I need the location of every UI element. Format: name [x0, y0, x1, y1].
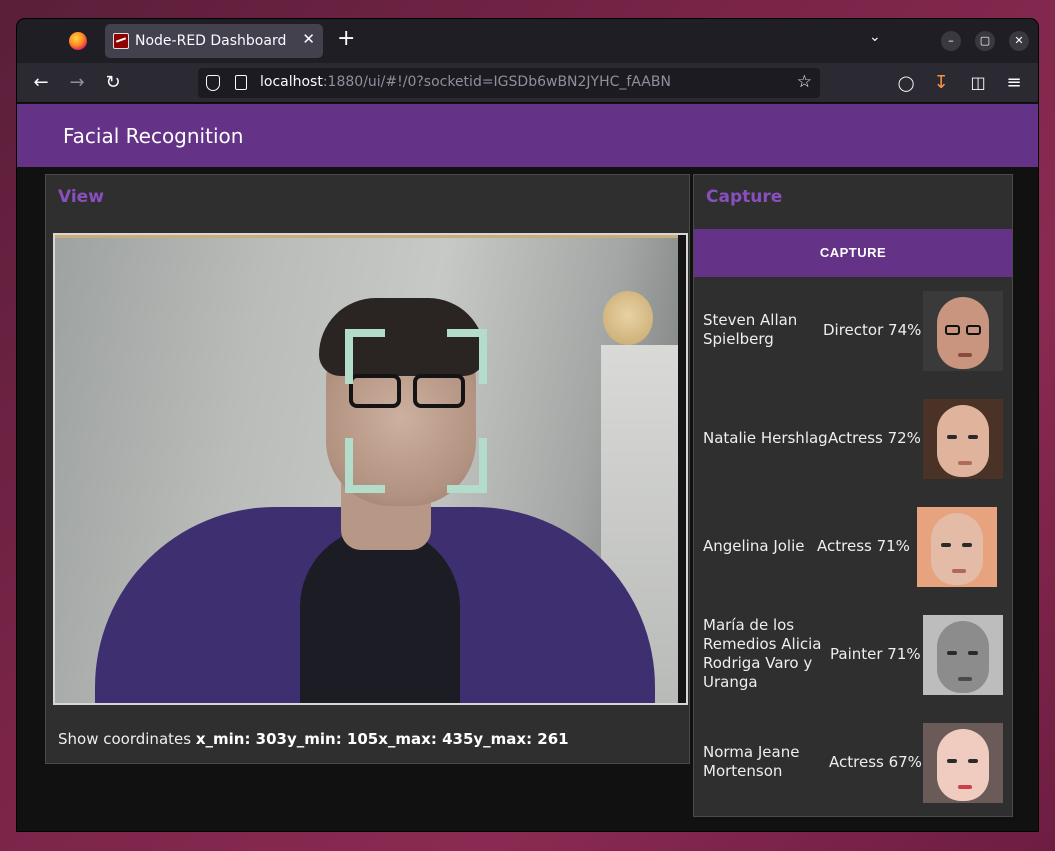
bookmark-star-icon[interactable]: ☆ — [797, 72, 812, 92]
node-red-favicon-icon — [113, 33, 129, 49]
maximize-icon[interactable]: ▢ — [975, 31, 995, 51]
celebrity-name: María de los Remedios Alicia Rodriga Var… — [703, 616, 822, 691]
download-icon[interactable]: ↧ — [929, 71, 953, 95]
firefox-logo-icon[interactable] — [69, 32, 87, 50]
tab-title: Node-RED Dashboard — [135, 33, 287, 49]
list-item: Norma Jeane Mortenson Actress 67% — [694, 715, 1012, 815]
url-bar[interactable]: localhost:1880/ui/#!/0?socketid=IGSDb6wB… — [198, 68, 820, 98]
capture-button[interactable]: CAPTURE — [694, 229, 1012, 277]
url-text[interactable]: localhost:1880/ui/#!/0?socketid=IGSDb6wB… — [260, 74, 671, 90]
celebrity-name: Steven Allan Spielberg — [703, 311, 798, 348]
list-item: María de los Remedios Alicia Rodriga Var… — [694, 607, 1012, 707]
camera-feed — [53, 233, 688, 705]
celebrity-name: Natalie Hershlag — [703, 429, 828, 447]
face-box-corner-bottom-left — [345, 438, 385, 493]
coordinates-text: Show coordinates x_min: 303y_min: 105x_m… — [58, 730, 569, 748]
celebrity-name: Norma Jeane Mortenson — [703, 743, 800, 780]
face-box-corner-top-right — [447, 329, 487, 384]
reload-icon[interactable]: ↻ — [101, 71, 125, 95]
forward-icon[interactable]: → — [65, 71, 89, 95]
celebrity-photo — [917, 507, 997, 587]
coordinates-value: x_min: 303y_min: 105x_max: 435y_max: 261 — [195, 730, 569, 748]
celebrity-profession: Actress 71% — [817, 537, 910, 555]
browser-window: Node-RED Dashboard ✕ + ⌄ – ▢ ✕ ← → ↻ loc… — [17, 19, 1038, 831]
plush-toy — [603, 291, 653, 345]
list-item: Steven Allan Spielberg Director 74% — [694, 283, 1012, 383]
celebrity-profession: Painter 71% — [830, 645, 921, 663]
list-item: Natalie Hershlag Actress 72% — [694, 391, 1012, 491]
new-tab-icon[interactable]: + — [337, 27, 355, 51]
url-host: localhost — [260, 74, 323, 90]
minimize-icon[interactable]: – — [941, 31, 961, 51]
celebrity-photo — [923, 723, 1003, 803]
pocket-icon[interactable]: ◯ — [894, 71, 918, 95]
celebrity-profession: Actress 67% — [829, 753, 922, 771]
close-window-icon[interactable]: ✕ — [1009, 31, 1029, 51]
page-icon[interactable] — [235, 75, 247, 90]
list-item: Angelina Jolie Actress 71% — [694, 499, 1012, 599]
tab-close-icon[interactable]: ✕ — [302, 30, 315, 48]
face-box-corner-top-left — [345, 329, 385, 384]
celebrity-photo — [923, 615, 1003, 695]
celebrity-profession: Director 74% — [823, 321, 922, 339]
celebrity-profession: Actress 72% — [828, 429, 921, 447]
menu-icon[interactable]: ≡ — [1002, 71, 1026, 95]
tab-bar: Node-RED Dashboard ✕ + ⌄ – ▢ ✕ — [17, 19, 1038, 63]
navigation-toolbar: ← → ↻ localhost:1880/ui/#!/0?socketid=IG… — [17, 63, 1038, 103]
page-title: Facial Recognition — [63, 124, 244, 148]
capture-card: Capture CAPTURE Steven Allan Spielberg D… — [693, 174, 1013, 817]
celebrity-photo — [923, 399, 1003, 479]
extensions-icon[interactable]: ◫ — [966, 71, 990, 95]
view-card: View Show coordinates x_min: 303y_min: 1… — [45, 174, 690, 764]
celebrity-name: Angelina Jolie — [703, 537, 805, 555]
dashboard-header: Facial Recognition — [17, 104, 1038, 167]
back-icon[interactable]: ← — [29, 71, 53, 95]
url-path: :1880/ui/#!/0?socketid=IGSDb6wBN2JYHC_fA… — [322, 74, 671, 90]
dashboard-page: Facial Recognition View Show coordinates… — [17, 104, 1038, 831]
capture-card-title: Capture — [706, 187, 783, 207]
coordinates-label: Show coordinates — [58, 730, 196, 748]
shield-icon[interactable] — [206, 75, 220, 91]
tab-node-red-dashboard[interactable]: Node-RED Dashboard ✕ — [105, 24, 323, 58]
face-box-corner-bottom-right — [447, 438, 487, 493]
view-card-title: View — [58, 187, 104, 207]
list-all-tabs-icon[interactable]: ⌄ — [869, 29, 881, 45]
person-shirt — [300, 527, 460, 703]
celebrity-photo — [923, 291, 1003, 371]
